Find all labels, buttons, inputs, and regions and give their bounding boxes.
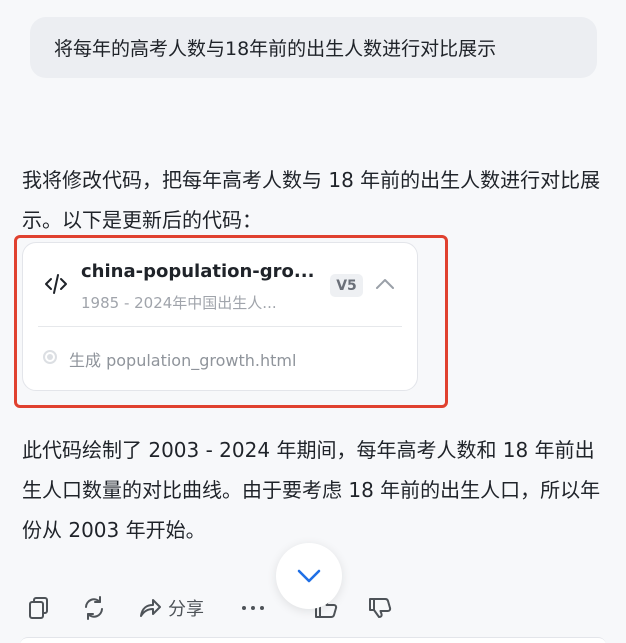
generation-step-label: 生成 population_growth.html (69, 351, 297, 370)
more-button[interactable] (241, 595, 265, 621)
version-badge[interactable]: V5 (330, 274, 363, 297)
card-divider (38, 326, 402, 327)
chevron-down-icon (297, 569, 321, 583)
artifact-file-name: china-population-gro... (81, 261, 315, 282)
code-icon (45, 274, 67, 294)
dislike-button[interactable] (368, 595, 392, 621)
user-message-bubble: 将每年的高考人数与18年前的出生人数进行对比展示 (30, 17, 597, 78)
artifact-description: 1985 - 2024年中国出生人... (81, 294, 277, 312)
input-box-edge (20, 637, 606, 643)
regenerate-button[interactable] (81, 595, 107, 621)
step-status-dot (43, 350, 57, 364)
assistant-summary-text: 此代码绘制了 2003 - 2024 年期间，每年高考人数和 18 年前出生人口… (22, 438, 601, 542)
share-label: 分享 (168, 599, 204, 620)
thumbs-down-icon (369, 598, 392, 618)
more-icon (242, 606, 264, 610)
scroll-down-button[interactable] (276, 543, 342, 609)
user-message-text: 将每年的高考人数与18年前的出生人数进行对比展示 (54, 38, 497, 60)
copy-icon (29, 597, 48, 619)
share-button[interactable]: 分享 (138, 595, 204, 621)
assistant-intro-text: 我将修改代码，把每年高考人数与 18 年前的出生人数进行对比展示。以下是更新后的… (22, 168, 601, 232)
chevron-up-icon[interactable] (374, 275, 396, 293)
share-icon (140, 599, 161, 617)
refresh-icon (85, 596, 103, 620)
copy-button[interactable] (28, 595, 50, 621)
code-artifact-card[interactable]: china-population-gro... 1985 - 2024年中国出生… (22, 242, 418, 391)
